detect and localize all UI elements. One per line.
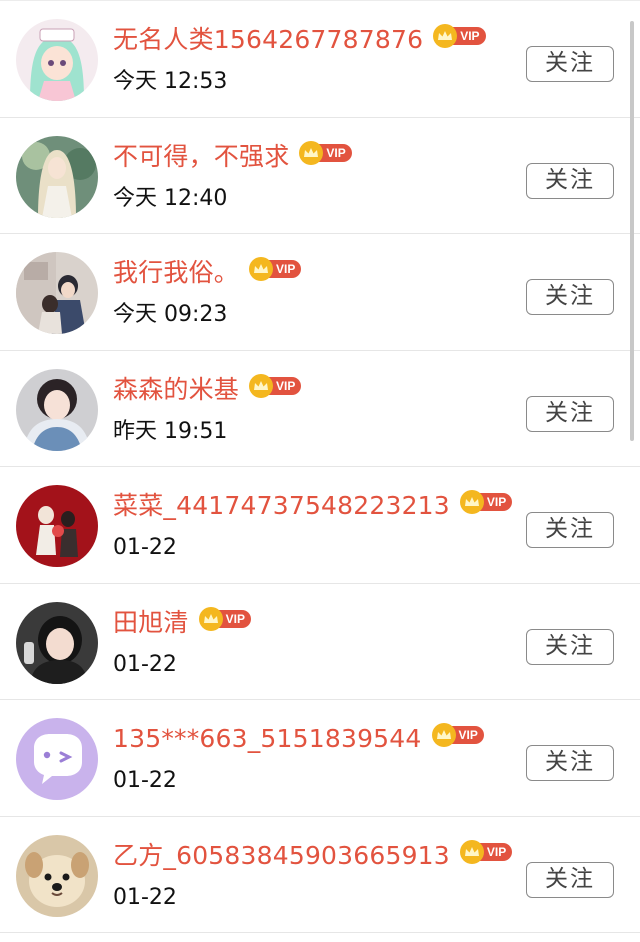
follow-button[interactable]: 关注 — [526, 745, 614, 781]
list-item[interactable]: 菜菜_44174737548223213 VIP 01-22 关注 — [0, 467, 640, 584]
follow-button[interactable]: 关注 — [526, 279, 614, 315]
user-name[interactable]: 森森的米基 — [113, 373, 239, 407]
avatar[interactable] — [16, 368, 98, 451]
vip-badge: VIP — [459, 839, 513, 864]
crown-icon — [299, 140, 324, 165]
vip-badge: VIP — [299, 140, 352, 165]
avatar[interactable] — [16, 135, 98, 218]
crown-icon — [198, 606, 223, 631]
crown-icon — [249, 373, 274, 398]
list-item[interactable]: 我行我俗。 VIP 今天 09:23 关注 — [0, 234, 640, 351]
crown-icon — [459, 490, 484, 514]
list-item[interactable]: 不可得，不强求 VIP 今天 12:40 关注 — [0, 118, 640, 234]
follow-button[interactable]: 关注 — [526, 628, 614, 665]
vip-badge: VIP — [198, 606, 251, 631]
vip-badge: VIP — [459, 490, 513, 514]
follow-time: 昨天 19:51 — [113, 418, 228, 444]
follower-list: 无名人类1564267787876 VIP 今天 12:53 关注 不可得，不强… — [0, 0, 640, 942]
follow-time: 01-22 — [113, 884, 177, 910]
follow-time: 今天 12:53 — [113, 69, 228, 94]
avatar[interactable] — [16, 252, 98, 334]
follow-button[interactable]: 关注 — [526, 395, 614, 432]
follow-time: 01-22 — [113, 535, 177, 560]
follow-time: 今天 09:23 — [113, 302, 228, 327]
user-name[interactable]: 田旭清 — [113, 606, 189, 640]
follow-button[interactable]: 关注 — [526, 162, 614, 199]
follow-button[interactable]: 关注 — [526, 512, 614, 548]
list-item[interactable]: 乙方_60583845903665913 VIP 01-22 关注 — [0, 817, 640, 933]
follow-time: 今天 12:40 — [113, 185, 228, 211]
crown-icon — [433, 24, 458, 48]
vip-badge: VIP — [249, 257, 302, 281]
vip-badge: VIP — [431, 723, 484, 747]
user-name[interactable]: 135***663_5151839544 — [113, 722, 422, 756]
user-name[interactable]: 菜菜_44174737548223213 — [113, 489, 450, 523]
list-item[interactable]: 田旭清 VIP 01-22 关注 — [0, 584, 640, 700]
avatar[interactable] — [16, 485, 98, 567]
follow-time: 01-22 — [113, 768, 177, 793]
list-item[interactable]: 无名人类1564267787876 VIP 今天 12:53 关注 — [0, 1, 640, 118]
avatar[interactable] — [16, 601, 98, 684]
follow-button[interactable]: 关注 — [526, 861, 614, 898]
follow-time: 01-22 — [113, 651, 177, 677]
avatar[interactable] — [16, 19, 98, 101]
avatar[interactable] — [16, 834, 98, 917]
user-name[interactable]: 不可得，不强求 — [113, 140, 289, 174]
vip-badge: VIP — [433, 24, 486, 48]
crown-icon — [431, 723, 456, 747]
scrollbar[interactable] — [630, 21, 634, 441]
user-name[interactable]: 无名人类1564267787876 — [113, 23, 423, 57]
crown-icon — [459, 839, 484, 864]
user-name[interactable]: 乙方_60583845903665913 — [113, 839, 450, 873]
list-item[interactable]: 森森的米基 VIP 昨天 19:51 关注 — [0, 351, 640, 467]
vip-badge: VIP — [249, 373, 302, 398]
user-name[interactable]: 我行我俗。 — [113, 256, 239, 290]
crown-icon — [249, 257, 274, 281]
avatar[interactable] — [16, 718, 98, 800]
follow-button[interactable]: 关注 — [526, 46, 614, 82]
list-item[interactable]: 135***663_5151839544 VIP 01-22 关注 — [0, 700, 640, 817]
